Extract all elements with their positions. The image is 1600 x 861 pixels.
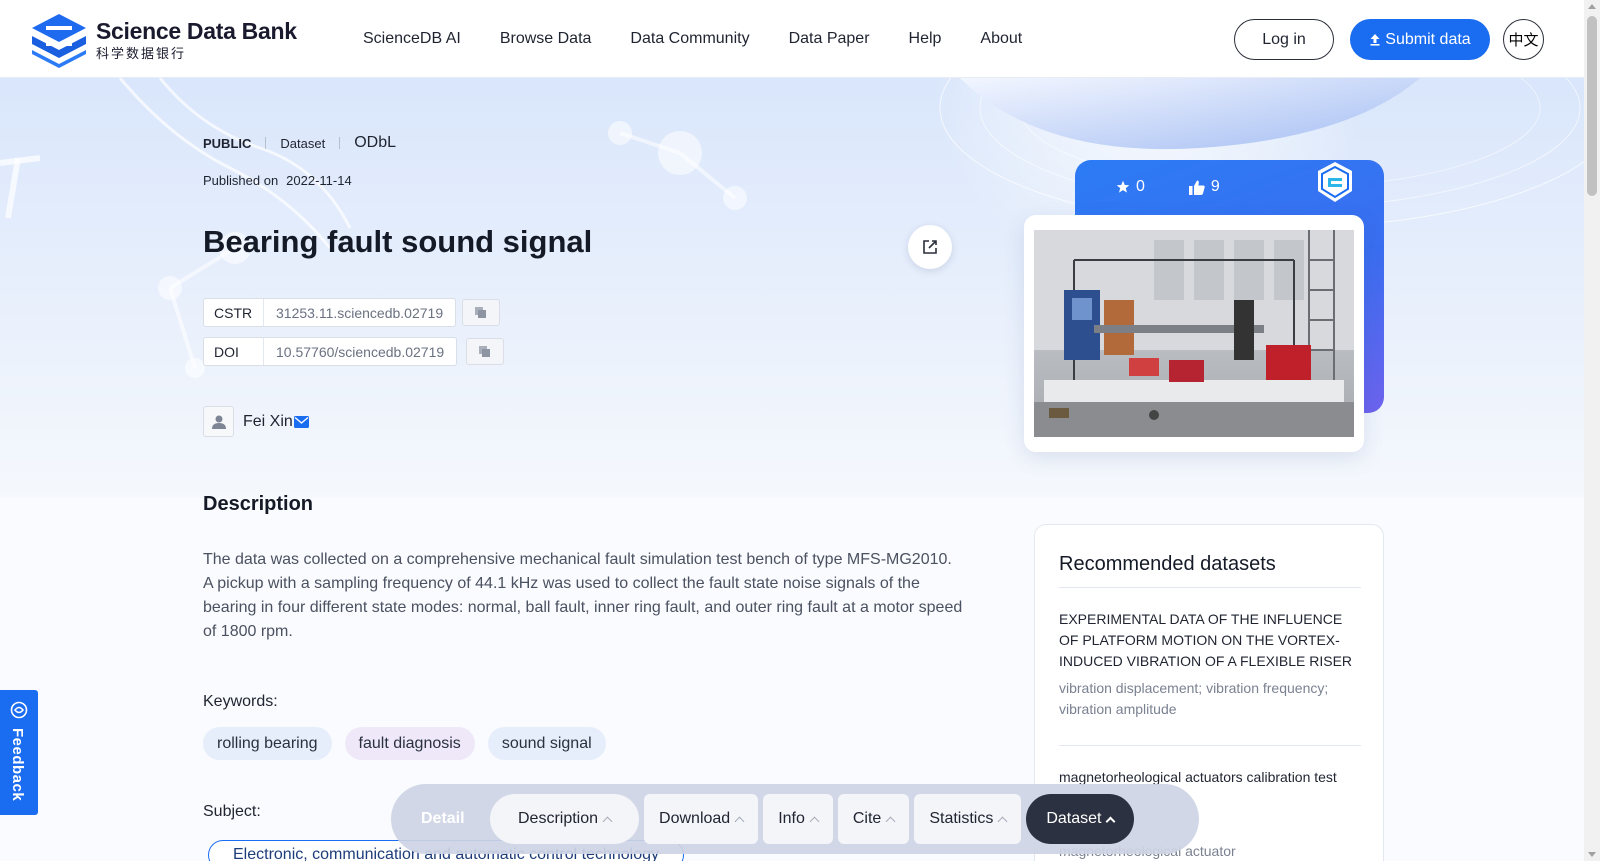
language-toggle[interactable]: 中文 bbox=[1503, 19, 1544, 60]
nav-about[interactable]: About bbox=[980, 30, 1022, 48]
divider bbox=[265, 137, 267, 149]
email-icon[interactable] bbox=[293, 415, 309, 428]
scroll-thumb[interactable] bbox=[1587, 16, 1597, 196]
chevron-up-icon bbox=[1106, 816, 1116, 826]
login-button[interactable]: Log in bbox=[1234, 19, 1334, 60]
star-icon bbox=[1116, 180, 1130, 193]
certified-badge-icon bbox=[1318, 162, 1352, 202]
scroll-up-arrow-icon[interactable] bbox=[1588, 4, 1596, 9]
site-logo[interactable]: Science Data Bank 科学数据银行 bbox=[30, 12, 297, 68]
dataset-stats: 0 9 bbox=[1116, 178, 1220, 196]
dataset-title: Bearing fault sound signal bbox=[203, 224, 593, 259]
section-tab-bar: Detail Description Download Info Cite St… bbox=[391, 784, 1199, 854]
published-date: Published on 2022-11-14 bbox=[203, 173, 352, 188]
subject-label: Subject: bbox=[203, 803, 261, 820]
nav-data-community[interactable]: Data Community bbox=[630, 30, 749, 48]
tab-info-label: Info bbox=[778, 810, 805, 827]
like-count[interactable]: 9 bbox=[1188, 178, 1220, 196]
keywords-label: Keywords: bbox=[203, 693, 278, 710]
keyword-tag[interactable]: sound signal bbox=[487, 727, 606, 760]
chevron-up-icon bbox=[885, 816, 896, 826]
submit-data-label: Submit data bbox=[1385, 30, 1471, 48]
dataset-type: Dataset bbox=[280, 135, 326, 151]
access-badge: PUBLIC bbox=[203, 135, 252, 151]
science-data-bank-logo-icon bbox=[32, 14, 86, 68]
doi-value[interactable]: 10.57760/sciencedb.02719 bbox=[264, 344, 456, 360]
test-bench-photo bbox=[1034, 230, 1354, 437]
copy-doi-button[interactable] bbox=[466, 338, 504, 365]
external-link-icon bbox=[923, 240, 937, 254]
tab-info[interactable]: Info bbox=[763, 794, 833, 844]
author-avatar-icon bbox=[203, 406, 234, 437]
chevron-up-icon bbox=[734, 816, 745, 826]
keyword-tag[interactable]: rolling bearing bbox=[203, 727, 332, 760]
recommended-item-title[interactable]: EXPERIMENTAL DATA OF THE INFLUENCE OF PL… bbox=[1059, 609, 1361, 672]
published-value: 2022-11-14 bbox=[286, 173, 352, 188]
like-count-value: 9 bbox=[1210, 178, 1220, 195]
nav-browse-data[interactable]: Browse Data bbox=[500, 30, 592, 48]
recommended-item-keywords: vibration displacement; vibration freque… bbox=[1059, 680, 1329, 717]
submit-data-button[interactable]: Submit data bbox=[1350, 19, 1490, 60]
tab-description[interactable]: Description bbox=[490, 794, 640, 844]
doi-label: DOI bbox=[204, 338, 264, 365]
dataset-meta-row: PUBLIC Dataset ODbL bbox=[203, 134, 396, 152]
keywords-list: rolling bearing fault diagnosis sound si… bbox=[203, 727, 606, 760]
tab-download[interactable]: Download bbox=[644, 794, 759, 844]
share-button[interactable] bbox=[908, 225, 952, 269]
published-label: Published on bbox=[203, 173, 279, 188]
star-count-value: 0 bbox=[1136, 178, 1145, 195]
chevron-up-icon bbox=[602, 816, 613, 826]
scroll-down-arrow-icon[interactable] bbox=[1588, 852, 1596, 857]
nav-help[interactable]: Help bbox=[909, 30, 942, 48]
feedback-icon bbox=[10, 701, 28, 719]
tab-cite[interactable]: Cite bbox=[837, 794, 910, 844]
tab-download-label: Download bbox=[659, 810, 731, 827]
divider bbox=[1059, 745, 1361, 746]
tab-detail-label: Detail bbox=[421, 810, 465, 827]
cstr-label: CSTR bbox=[204, 299, 264, 326]
feedback-button[interactable]: Feedback bbox=[0, 690, 38, 815]
doi-field: DOI 10.57760/sciencedb.02719 bbox=[203, 337, 458, 366]
recommended-title: Recommended datasets bbox=[1059, 553, 1276, 575]
keyword-tag[interactable]: fault diagnosis bbox=[344, 727, 475, 760]
author-name[interactable]: Fei Xin bbox=[243, 413, 293, 431]
tab-statistics[interactable]: Statistics bbox=[914, 794, 1022, 844]
divider bbox=[339, 137, 341, 149]
main-nav: ScienceDB AI Browse Data Data Community … bbox=[363, 30, 1022, 48]
thumbs-up-icon bbox=[1188, 180, 1205, 195]
page-scrollbar[interactable] bbox=[1584, 0, 1600, 861]
nav-sciencedb-ai[interactable]: ScienceDB AI bbox=[363, 30, 461, 48]
license-link[interactable]: ODbL bbox=[354, 134, 396, 152]
description-heading: Description bbox=[203, 493, 314, 515]
description-text: The data was collected on a comprehensiv… bbox=[203, 551, 963, 640]
cstr-field: CSTR 31253.11.sciencedb.02719 bbox=[203, 298, 457, 327]
chevron-up-icon bbox=[997, 816, 1008, 826]
star-count[interactable]: 0 bbox=[1116, 178, 1145, 196]
logo-text-en: Science Data Bank bbox=[96, 18, 297, 44]
feedback-label: Feedback bbox=[9, 728, 26, 802]
logo-text-cn: 科学数据银行 bbox=[96, 46, 187, 61]
tab-statistics-label: Statistics bbox=[929, 810, 994, 827]
divider bbox=[1059, 587, 1361, 588]
tab-cite-label: Cite bbox=[852, 810, 882, 827]
top-header: Science Data Bank 科学数据银行 ScienceDB AI Br… bbox=[0, 0, 1584, 78]
upload-icon bbox=[1370, 34, 1380, 46]
copy-cstr-button[interactable] bbox=[462, 299, 500, 326]
tab-dataset-label: Dataset bbox=[1046, 810, 1102, 827]
author-item: Fei Xin bbox=[203, 406, 309, 437]
cstr-value[interactable]: 31253.11.sciencedb.02719 bbox=[264, 305, 455, 321]
dataset-cover-image[interactable] bbox=[1034, 230, 1354, 437]
tab-dataset[interactable]: Dataset bbox=[1026, 794, 1135, 844]
tab-description-label: Description bbox=[518, 810, 599, 827]
nav-data-paper[interactable]: Data Paper bbox=[789, 30, 870, 48]
chevron-up-icon bbox=[809, 816, 820, 826]
copy-icon bbox=[479, 345, 490, 357]
copy-icon bbox=[475, 306, 486, 318]
